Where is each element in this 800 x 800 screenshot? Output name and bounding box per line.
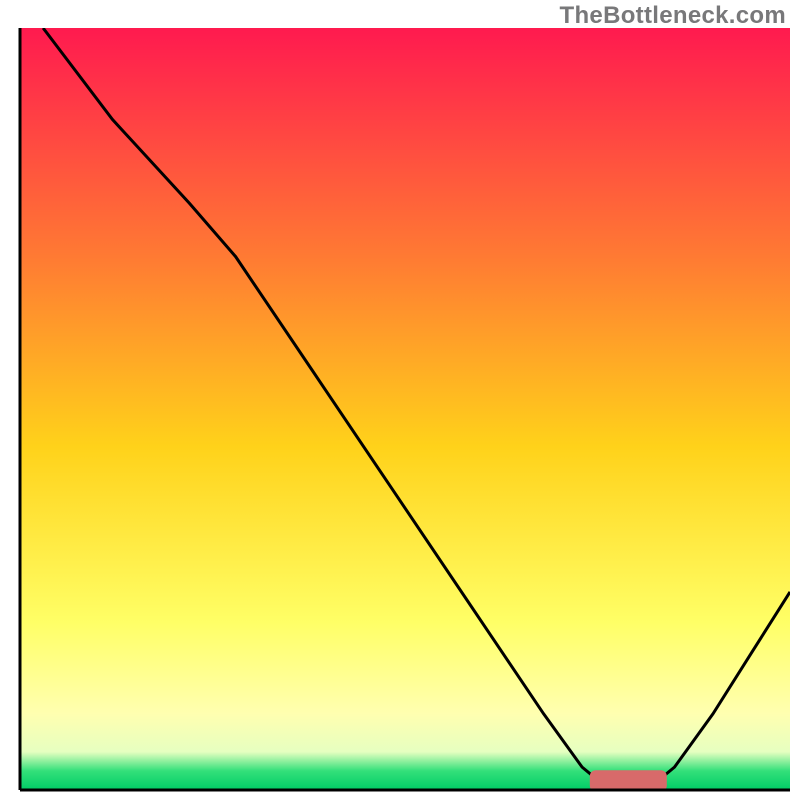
attribution-label: TheBottleneck.com [560,2,786,30]
plot-background [20,28,790,790]
bottleneck-chart [0,0,800,800]
chart-container: { "attribution": "TheBottleneck.com", "c… [0,0,800,800]
optimal-range-marker [590,770,667,791]
